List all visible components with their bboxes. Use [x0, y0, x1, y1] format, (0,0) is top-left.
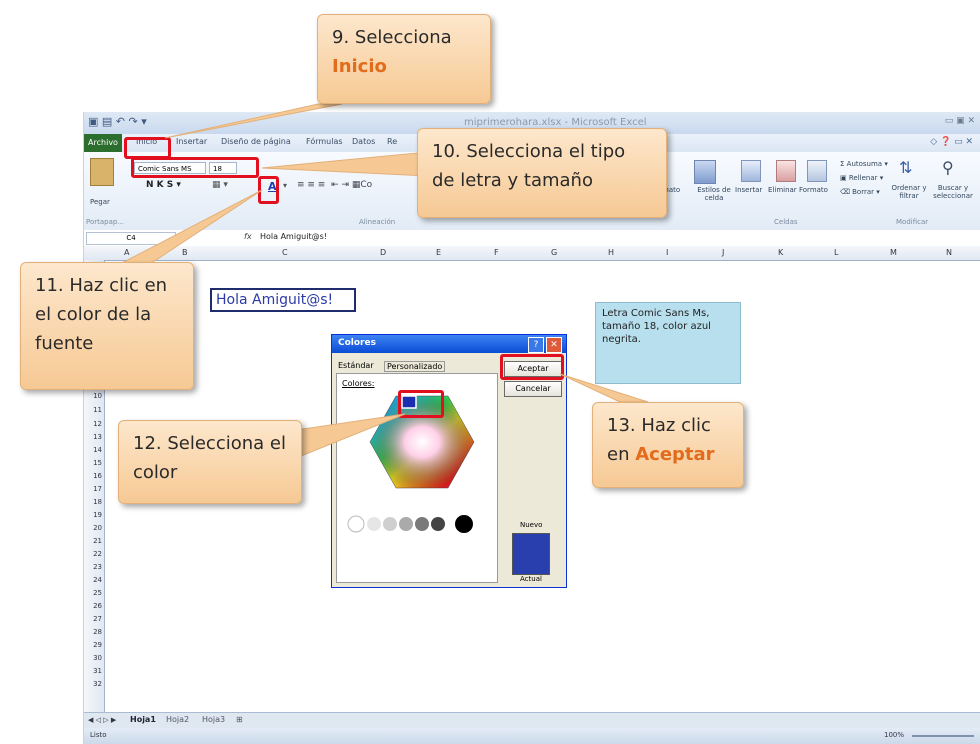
callout-11-line2: el color de la [35, 304, 152, 325]
callout-12: 12. Selecciona el color [118, 420, 302, 504]
callout-12-line2: color [133, 462, 178, 483]
callout-9-text: 9. Selecciona [332, 27, 452, 48]
callout-10: 10. Selecciona el tipo de letra y tamaño [417, 128, 667, 218]
callout-13: 13. Haz clic en Aceptar [592, 402, 744, 488]
callout-13-line1: 13. Haz clic [607, 415, 711, 436]
callout-9-emphasis: Inicio [332, 56, 387, 77]
callout-10-line1: 10. Selecciona el tipo [432, 141, 626, 162]
callout-11: 11. Haz clic en el color de la fuente [20, 262, 194, 390]
callout-12-line1: 12. Selecciona el [133, 433, 286, 454]
callout-13-emphasis: Aceptar [635, 444, 715, 465]
callout-9: 9. Selecciona Inicio [317, 14, 491, 104]
callout-11-line3: fuente [35, 333, 94, 354]
callout-11-line1: 11. Haz clic en [35, 275, 168, 296]
callout-10-line2: de letra y tamaño [432, 170, 593, 191]
callout-13-line2: en [607, 444, 630, 465]
